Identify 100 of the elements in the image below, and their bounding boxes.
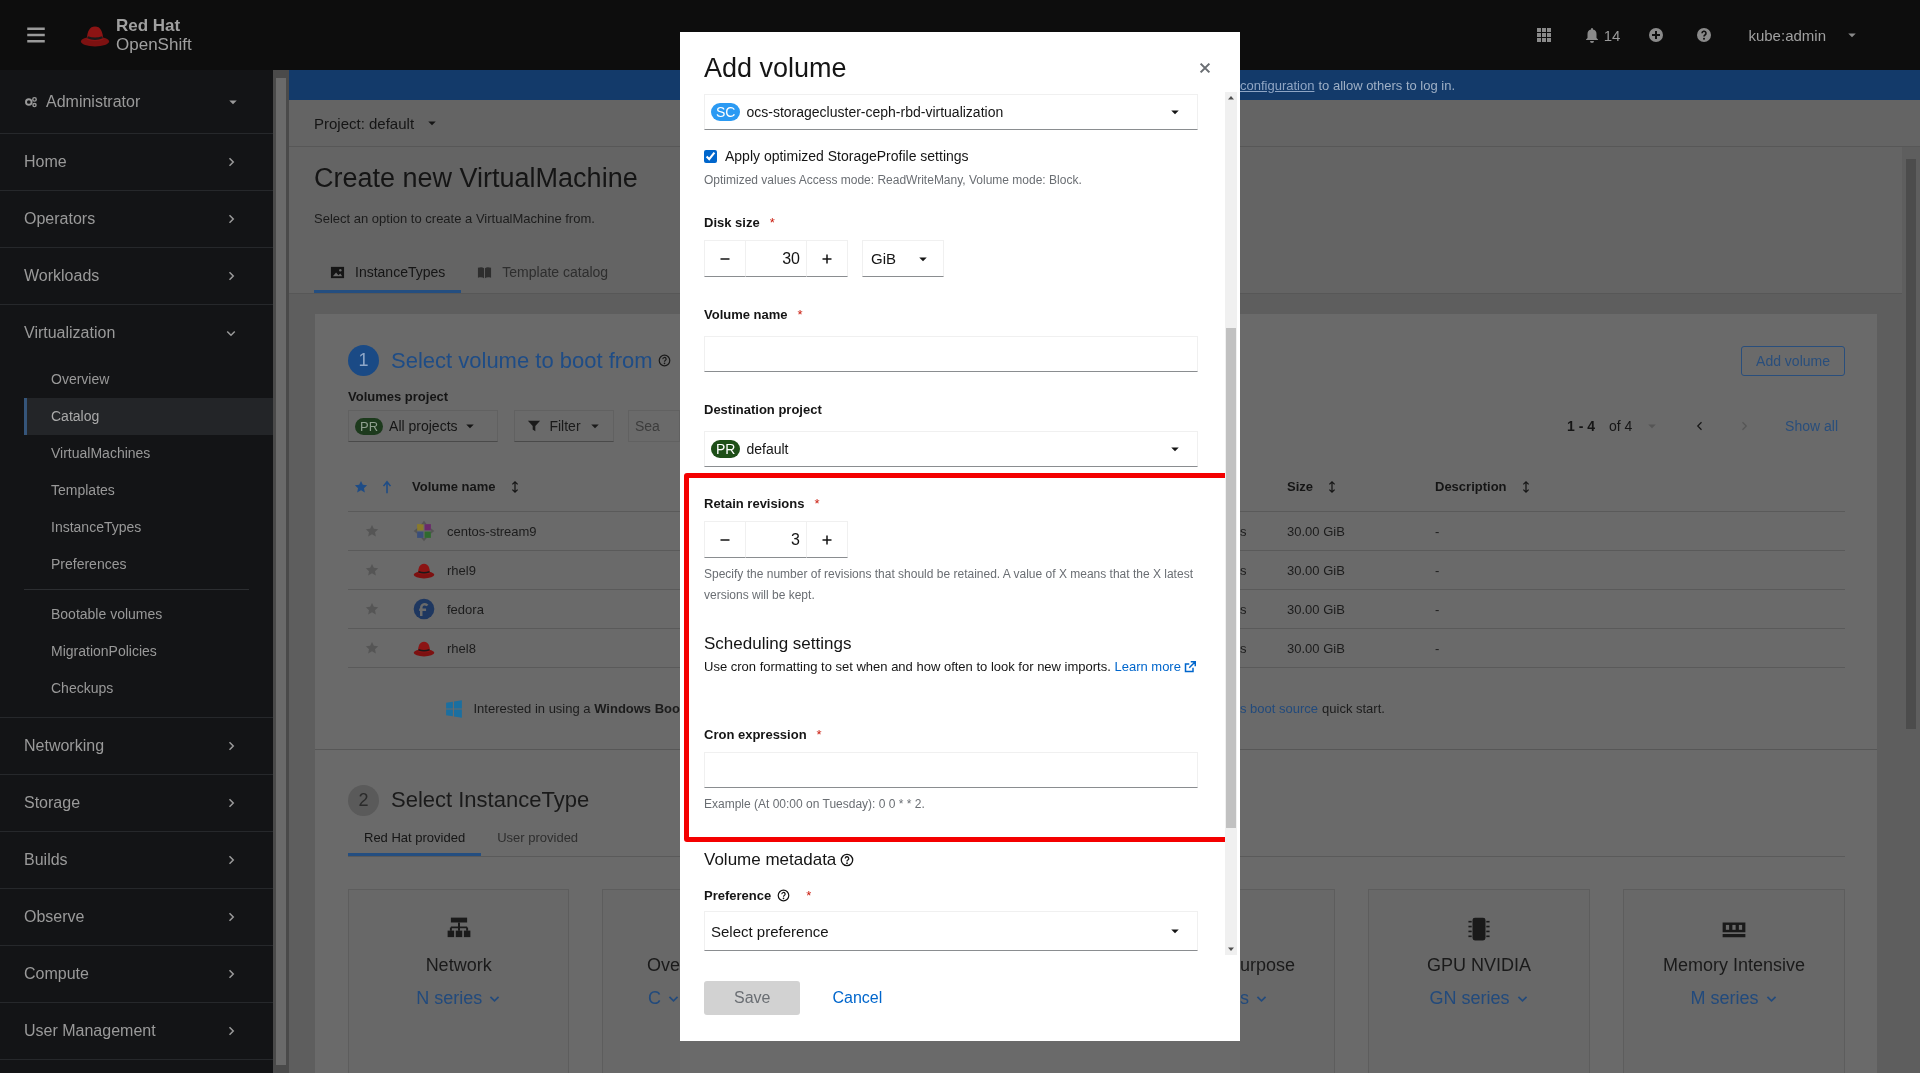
notification-count: 14	[1603, 26, 1621, 44]
column-header[interactable]: Size	[1287, 479, 1435, 494]
windows-note-text: Interested in using a Windows Boo	[473, 701, 680, 716]
table-cell: 30.00 GiB	[1287, 524, 1345, 539]
increment-button[interactable]	[806, 240, 848, 277]
decrement-button[interactable]	[704, 240, 746, 277]
nav-section[interactable]: Workloads	[0, 248, 273, 304]
nav-item[interactable]: Templates	[24, 472, 273, 509]
image-icon	[330, 264, 345, 280]
storage-class-select[interactable]: SC ocs-storagecluster-ceph-rbd-virtualization	[704, 94, 1198, 130]
instancetype-card[interactable]: Ove C	[602, 889, 680, 1073]
brand-title: Red Hat	[116, 16, 182, 35]
project-badge: PR	[355, 417, 384, 435]
table-cell[interactable]: rhel9	[447, 562, 476, 578]
nav-section[interactable]: Compute	[0, 946, 273, 1002]
column-header[interactable]: Description	[1435, 479, 1533, 494]
nav-item[interactable]: Catalog	[24, 398, 273, 435]
plus-icon	[821, 533, 833, 546]
instancetype-name: Ove	[647, 955, 680, 976]
field-label: Retain revisions	[704, 496, 805, 511]
project-select[interactable]: PR default	[704, 431, 1198, 467]
scroll-down-arrow-icon[interactable]	[1227, 945, 1235, 953]
configuration-link[interactable]: configuration	[1240, 77, 1315, 93]
field-label: Disk size	[704, 215, 760, 230]
f-logo-icon	[413, 598, 435, 620]
instancetype-card[interactable]: Network N series	[348, 889, 570, 1073]
instancetype-card[interactable]: GPU NVIDIA GN series	[1368, 889, 1590, 1073]
scrollbar[interactable]	[273, 70, 289, 1073]
help-text: Optimized values Access mode: ReadWriteMany, Volume mode: Block.	[704, 172, 1083, 189]
nav-item[interactable]: InstanceTypes	[24, 509, 273, 546]
table-cell: 30.00 GiB	[1287, 602, 1345, 617]
preference-select[interactable]: Select preference	[704, 911, 1198, 951]
nav-section[interactable]: Virtualization	[0, 305, 273, 361]
pagination-toggle[interactable]: 1 - 4 of 4	[1567, 418, 1659, 434]
help-icon[interactable]	[1696, 27, 1713, 43]
nav-section[interactable]: Observe	[0, 889, 273, 945]
storage-class-badge: SC	[711, 103, 741, 121]
instancetype-card[interactable]: Memory Intensive M series	[1623, 889, 1845, 1073]
add-icon[interactable]	[1648, 27, 1665, 43]
nav-item[interactable]: Overview	[24, 361, 273, 398]
column-header[interactable]: Volume name	[412, 479, 522, 494]
scrollbar[interactable]	[1225, 92, 1237, 955]
user-menu[interactable]: kube:admin	[1748, 26, 1874, 44]
windows-note-text: quick start.	[1322, 701, 1385, 716]
unit-select[interactable]: GiB	[862, 240, 944, 277]
section-description: Use cron formatting to set when and how often to look for new imports. Learn more	[704, 656, 1198, 677]
field-label: Destination project	[704, 402, 822, 417]
instancetype-name: urpose	[1240, 955, 1296, 976]
nav-item[interactable]: VirtualMachines	[24, 435, 273, 472]
tab[interactable]: User provided	[481, 830, 595, 856]
cancel-button[interactable]: Cancel	[832, 989, 883, 1007]
nav-item[interactable]: MigrationPolicies	[24, 633, 249, 670]
table-cell: 30.00 GiB	[1287, 641, 1345, 656]
project-selector[interactable]: Project: default	[314, 114, 415, 132]
dialog-title: Add volume	[704, 52, 847, 84]
nav-item[interactable]: Checkups	[24, 670, 249, 707]
instancetype-name: GPU NVIDIA	[1427, 955, 1531, 976]
scroll-up-arrow-icon[interactable]	[1227, 94, 1235, 102]
instancetype-name: Network	[425, 955, 492, 976]
input-field[interactable]	[704, 752, 1198, 788]
page-title: Create new VirtualMachine	[314, 162, 638, 195]
bell-icon[interactable]	[1583, 27, 1600, 43]
table-cell[interactable]: rhel8	[447, 640, 476, 656]
instancetype-card[interactable]: urpose s	[1240, 889, 1335, 1073]
table-cell[interactable]: fedora	[447, 601, 484, 617]
gears-icon	[24, 94, 38, 109]
filter-button[interactable]: Filter	[514, 410, 614, 442]
checkbox[interactable]	[704, 149, 717, 163]
help-icon[interactable]	[777, 889, 791, 902]
number-input[interactable]: 3	[746, 521, 806, 558]
nav-section[interactable]: Operators	[0, 191, 273, 247]
tab[interactable]: Red Hat provided	[348, 830, 482, 856]
table-cell: -	[1435, 640, 1440, 656]
nav-item[interactable]: Preferences	[24, 546, 273, 583]
menu-icon[interactable]	[26, 25, 46, 45]
project-select[interactable]: PR All projects	[348, 410, 498, 442]
help-icon[interactable]	[840, 853, 855, 867]
tab[interactable]: InstanceTypes	[314, 264, 462, 293]
close-icon	[1198, 61, 1212, 75]
table-cell: -	[1435, 562, 1440, 578]
decrement-button[interactable]	[704, 521, 746, 558]
nav-section[interactable]: Storage	[0, 775, 273, 831]
star-icon[interactable]	[354, 479, 368, 494]
increment-button[interactable]	[806, 521, 848, 558]
nav-section[interactable]: Home	[0, 134, 273, 190]
required-mark: *	[769, 215, 775, 230]
field-label: Preference	[704, 888, 772, 903]
project-badge: PR	[711, 440, 741, 458]
nav-item[interactable]: Bootable volumes	[24, 596, 249, 633]
input-field[interactable]	[704, 336, 1198, 372]
table-cell[interactable]: centos-stream9	[447, 523, 537, 539]
nav-section[interactable]: Builds	[0, 832, 273, 888]
plus-icon	[821, 252, 833, 265]
banner-text: to allow others to log in.	[1318, 77, 1456, 93]
nav-section[interactable]: User Management	[0, 1003, 273, 1059]
table-cell: -	[1435, 523, 1440, 539]
app-grid-icon[interactable]	[1535, 27, 1552, 43]
learn-more-link[interactable]: Learn more	[1114, 659, 1196, 674]
number-input[interactable]: 30	[746, 240, 806, 277]
nav-section[interactable]: Networking	[0, 718, 273, 774]
